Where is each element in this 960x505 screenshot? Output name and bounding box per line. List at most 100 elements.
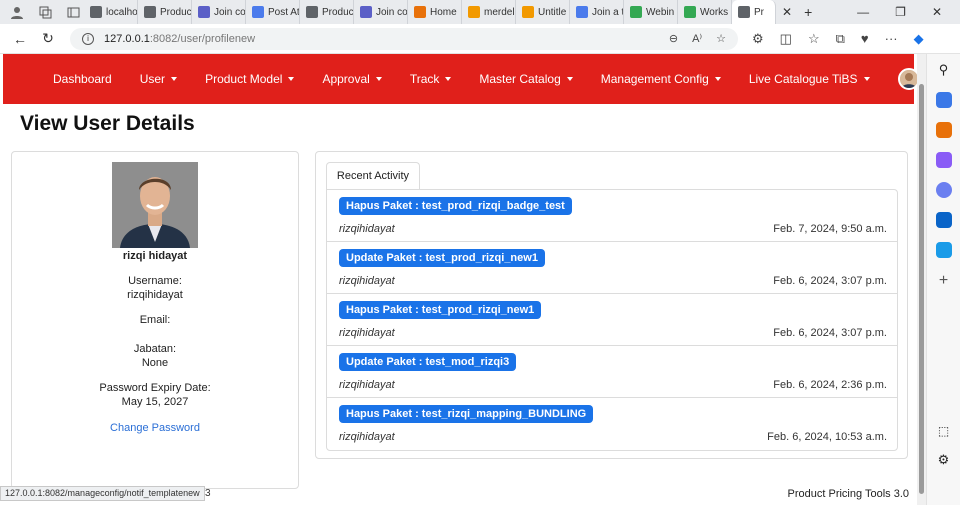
tab-label: Join a t (592, 6, 624, 18)
minimize-icon[interactable]: — (857, 5, 869, 19)
tab-label: Pr (754, 6, 764, 18)
workspaces-icon[interactable] (34, 1, 56, 23)
nav-item-track[interactable]: Track (410, 72, 452, 86)
activity-user: rizqihidayat (339, 431, 395, 443)
zoom-icon[interactable]: ⊖ (669, 32, 678, 45)
browser-tab[interactable]: merdel (462, 0, 516, 24)
browser-tab[interactable]: Join co (354, 0, 408, 24)
send-icon[interactable] (935, 242, 952, 258)
scrollbar-thumb[interactable] (919, 84, 924, 494)
activity-list: Hapus Paket : test_prod_rizqi_badge_test… (326, 189, 898, 451)
outlook-icon[interactable] (935, 212, 952, 228)
avatar (897, 68, 917, 90)
nav-item-management-config[interactable]: Management Config (601, 72, 721, 86)
tools-icon[interactable] (935, 122, 952, 138)
nav-item-label: Management Config (600, 72, 709, 86)
chevron-down-icon (171, 77, 178, 81)
activity-time: Feb. 6, 2024, 3:07 p.m. (773, 327, 887, 339)
restore-icon[interactable]: ❐ (895, 5, 906, 19)
collections-icon[interactable]: ⧉ (836, 31, 845, 47)
read-aloud-icon[interactable]: A⁾ (692, 32, 702, 45)
nav-item-live-catalogue-tibs[interactable]: Live Catalogue TiBS (749, 72, 870, 86)
new-tab-button[interactable]: + (798, 0, 818, 24)
status-bar-url: 127.0.0.1:8082/manageconfig/notif_templa… (0, 486, 205, 501)
browser-tab[interactable]: Produc (300, 0, 354, 24)
favorite-star-icon[interactable]: ☆ (716, 32, 726, 45)
email-value (12, 328, 298, 341)
extensions-icon[interactable]: ⚙ (752, 31, 764, 47)
browser-tab[interactable]: Webin (624, 0, 678, 24)
browser-tab[interactable]: Works (678, 0, 732, 24)
tab-recent-activity[interactable]: Recent Activity (326, 162, 420, 189)
tab-label: Untitle (538, 6, 567, 18)
nav-item-label: Dashboard (53, 72, 112, 86)
password-expiry-label: Password Expiry Date: (99, 382, 211, 394)
app-navbar: Dashboard User Product Model Approval Track M… (3, 54, 917, 104)
nav-item-label: Live Catalogue TiBS (748, 72, 858, 86)
nav-item-product-model[interactable]: Product Model (205, 72, 295, 86)
add-sidebar-icon[interactable]: + (939, 272, 948, 290)
tab-favicon-icon (414, 6, 426, 18)
settings-icon[interactable]: ⚙ (938, 452, 950, 468)
tab-favicon-icon (684, 6, 696, 18)
page-scrollbar[interactable] (917, 54, 926, 505)
browser-tab[interactable]: Untitle (516, 0, 570, 24)
tab-favicon-icon (522, 6, 534, 18)
favorites-icon[interactable]: ☆ (808, 31, 820, 47)
nav-item-dashboard[interactable]: Dashboard (53, 72, 112, 86)
browser-tab[interactable]: Home (408, 0, 462, 24)
nav-item-approval[interactable]: Approval (322, 72, 382, 86)
reload-icon[interactable]: ↻ (34, 30, 62, 47)
activity-row: Hapus Paket : test_prod_rizqi_new1 rizqih… (327, 294, 897, 346)
nav-item-label: Track (409, 72, 440, 86)
change-password-link[interactable]: Change Password (12, 422, 298, 434)
search-icon[interactable]: ⚲ (939, 62, 949, 78)
activity-card: Recent Activity Hapus Paket : test_prod_… (315, 151, 908, 459)
tab-favicon-icon (90, 6, 102, 18)
back-icon[interactable]: ← (6, 31, 34, 47)
nav-item-label: Approval (322, 72, 370, 86)
tab-actions-icon[interactable] (62, 1, 84, 23)
activity-badge: Update Paket : test_mod_rizqi3 (339, 353, 517, 371)
chevron-down-icon (288, 77, 295, 81)
activity-user: rizqihidayat (339, 327, 395, 339)
chevron-down-icon (863, 77, 870, 81)
browser-tab[interactable]: Produc (138, 0, 192, 24)
browser-tab[interactable]: Pr (732, 0, 776, 24)
url-field[interactable]: i 127.0.0.1:8082/user/profilenew ⊖ A⁾ ☆ (70, 27, 738, 50)
edge-sidebar: ⚲ + ⬚ ⚙ (926, 54, 960, 505)
tab-favicon-icon (306, 6, 318, 18)
browser-tab[interactable]: localho (84, 0, 138, 24)
people-icon[interactable] (935, 152, 952, 168)
window-close-icon[interactable]: ✕ (932, 5, 942, 19)
activity-time: Feb. 7, 2024, 9:50 a.m. (773, 223, 887, 235)
nav-item-master-catalog[interactable]: Master Catalog (479, 72, 573, 86)
address-bar: ← ↻ i 127.0.0.1:8082/user/profilenew ⊖ A… (0, 24, 960, 54)
browser-tab[interactable]: Post At (246, 0, 300, 24)
copilot-icon[interactable]: ◆ (914, 31, 924, 47)
nav-item-user[interactable]: User (139, 72, 178, 86)
tab-close-icon[interactable]: ✕ (776, 0, 798, 24)
screenshot-icon[interactable]: ⬚ (938, 424, 949, 438)
activity-time: Feb. 6, 2024, 3:07 p.m. (773, 275, 887, 287)
browser-tab[interactable]: Join co (192, 0, 246, 24)
email-label: Email: (139, 314, 171, 326)
site-info-icon[interactable]: i (82, 32, 94, 45)
user-menu[interactable] (897, 68, 917, 90)
nav-item-label: User (139, 72, 166, 86)
more-icon[interactable]: ··· (885, 31, 898, 47)
username-value: rizqihidayat (127, 289, 183, 301)
split-screen-icon[interactable]: ◫ (780, 31, 792, 47)
activity-badge: Hapus Paket : test_prod_rizqi_badge_test (339, 197, 572, 215)
browser-tab[interactable]: Join a t (570, 0, 624, 24)
performance-icon[interactable]: ♥ (861, 31, 869, 47)
tab-label: Produc (160, 6, 192, 18)
shopping-icon[interactable] (935, 92, 952, 108)
tab-label: Webin (646, 6, 675, 18)
copilot-sidebar-icon[interactable] (935, 182, 952, 198)
footer-version: Product Pricing Tools 3.0 (787, 488, 909, 500)
browser-tab-strip: localho Produc Join co Post At Produc Join co… (0, 0, 960, 24)
nav-item-label: Master Catalog (479, 72, 561, 86)
browser-profile-icon[interactable] (6, 1, 28, 23)
activity-row: Hapus Paket : test_prod_rizqi_badge_test… (327, 190, 897, 242)
